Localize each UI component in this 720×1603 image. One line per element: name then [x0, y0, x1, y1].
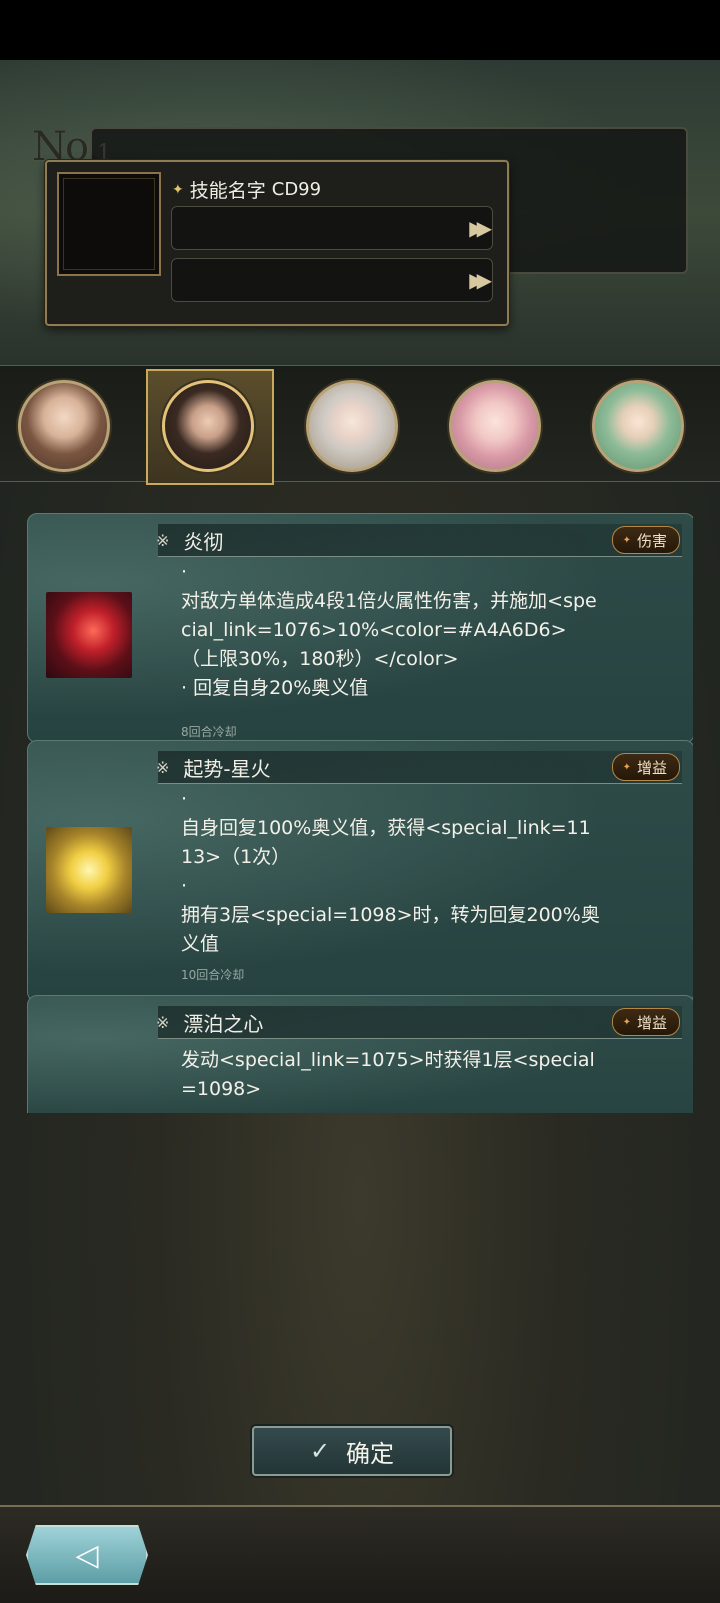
mark-icon: ※ [156, 1013, 170, 1032]
skill-cooldown: 10回合冷却 [181, 968, 245, 982]
double-arrow-icon: ▶▶ [469, 216, 492, 240]
confirm-label: 确定 [346, 1439, 395, 1468]
description-line: 拥有3层<special=1098>时，转为回复200%奥义值 [181, 904, 600, 955]
skill-name: 起势-星火 [183, 757, 271, 781]
back-button[interactable]: ◁ [26, 1525, 148, 1585]
skill-name: 炎彻 [183, 530, 224, 554]
skill-tag: ✦ 增益 [611, 753, 680, 781]
golden-warrior-icon [46, 827, 132, 913]
description-line: · [181, 875, 188, 897]
fire-sword-icon [46, 592, 132, 678]
check-icon: ✓ [309, 1437, 331, 1465]
tag-label: 增益 [636, 758, 667, 777]
back-arrow-icon: ◁ [75, 1537, 99, 1573]
description-line: · [181, 788, 188, 810]
confirm-button[interactable]: ✓ 确定 [252, 1426, 452, 1476]
avatar-2[interactable] [162, 380, 254, 472]
skill-icon-frame [57, 172, 161, 276]
mark-icon: ※ [156, 531, 170, 550]
description-line: 自身回复100%奥义值，获得<special_link=1113>（1次） [181, 817, 591, 868]
status-bar [0, 0, 720, 60]
skill-title: ※ 炎彻 [156, 526, 223, 555]
tag-label: 增益 [636, 1013, 667, 1032]
description-line: · 回复自身20%奥义值 [181, 677, 369, 699]
skill-title: ※ 起势-星火 [156, 753, 271, 782]
avatar-4[interactable] [449, 380, 541, 472]
skill-cooldown: 8回合冷却 [181, 725, 237, 739]
character-selector [0, 365, 720, 485]
double-arrow-icon: ▶▶ [469, 268, 492, 292]
tag-icon: ✦ [622, 761, 631, 773]
tag-label: 伤害 [636, 531, 667, 550]
description-line: 发动<special_link=1075>时获得1层<special=1098> [181, 1049, 595, 1100]
description-line: 对敌方单体造成4段1倍火属性伤害，并施加<special_link=1076>1… [181, 590, 597, 670]
skill-tag: ✦ 增益 [611, 1008, 680, 1036]
skill-field-1[interactable]: ▶▶ [171, 206, 493, 250]
avatar-3[interactable] [306, 380, 398, 472]
tag-icon: ✦ [622, 534, 631, 546]
skill-tag: ✦ 伤害 [611, 526, 680, 554]
skill-description: · 对敌方单体造成4段1倍火属性伤害，并施加<special_link=1076… [181, 558, 601, 703]
avatar-5[interactable] [592, 380, 684, 472]
description-line: · [181, 561, 188, 583]
bottom-bar: ◁ [0, 1505, 720, 1603]
skill-title-row: ✦ 技能名字 CD99 [172, 176, 321, 203]
skill-field-2[interactable]: ▶▶ [171, 258, 493, 302]
skill-description: 发动<special_link=1075>时获得1层<special=1098> [181, 1046, 601, 1104]
skill-name: 漂泊之心 [183, 1012, 264, 1036]
skill-cd: CD99 [271, 179, 322, 200]
skill-entry[interactable]: ※ 炎彻 ✦ 伤害 · 对敌方单体造成4段1倍火属性伤害，并施加<special… [27, 513, 693, 743]
avatar-1[interactable] [18, 380, 110, 472]
skill-description: · 自身回复100%奥义值，获得<special_link=1113>（1次） … [181, 785, 601, 959]
skill-list[interactable]: ※ 炎彻 ✦ 伤害 · 对敌方单体造成4段1倍火属性伤害，并施加<special… [27, 513, 693, 1113]
star-icon: ✦ [172, 181, 184, 198]
skill-preview-card: ✦ 技能名字 CD99 ▶▶ ▶▶ [45, 160, 509, 326]
skill-entry[interactable]: ※ 漂泊之心 ✦ 增益 发动<special_link=1075>时获得1层<s… [27, 995, 693, 1113]
skill-entry[interactable]: ※ 起势-星火 ✦ 增益 · 自身回复100%奥义值，获得<special_li… [27, 740, 693, 1002]
skill-title: ※ 漂泊之心 [156, 1008, 263, 1037]
mark-icon: ※ [156, 758, 170, 777]
skill-name: 技能名字 [189, 180, 266, 202]
title-band [158, 524, 682, 557]
tag-icon: ✦ [622, 1016, 631, 1028]
